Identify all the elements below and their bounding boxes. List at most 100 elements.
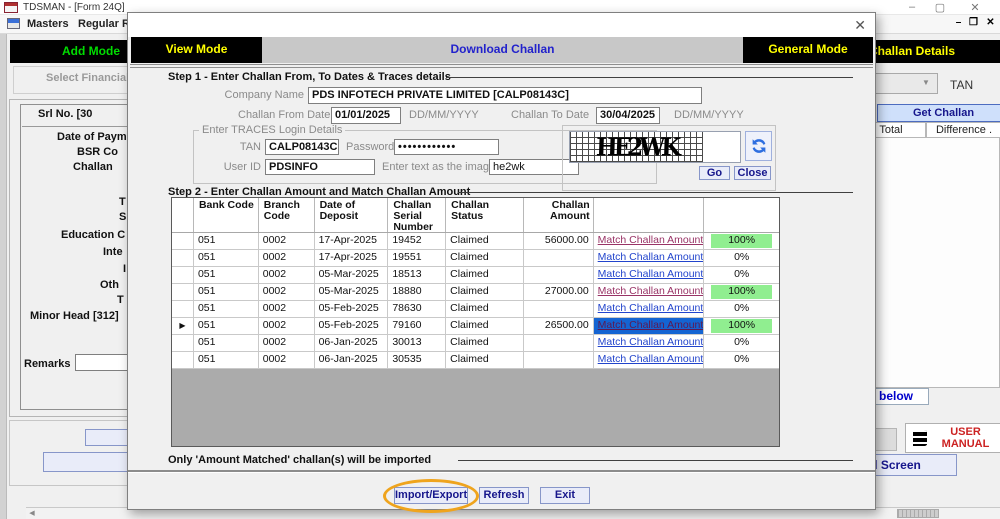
match-percent-value: 100%: [711, 234, 772, 248]
cell-challan-amount[interactable]: 27000.00: [524, 284, 594, 300]
dialog-close-icon[interactable]: ✕: [854, 17, 866, 34]
tab-general-mode[interactable]: General Mode: [743, 37, 873, 63]
tan-input[interactable]: CALP08143C: [265, 139, 339, 155]
user-manual-button[interactable]: USER MANUAL: [905, 423, 1000, 453]
table-row[interactable]: 051 0002 05-Feb-2025 79160 Claimed 26500…: [172, 318, 779, 335]
add-mode-label: Add Mode: [62, 40, 120, 62]
header-bank-code: Bank Code: [194, 198, 259, 232]
minor-head-label: Minor Head [312]: [30, 310, 119, 322]
get-challan-button[interactable]: Get Challan: [877, 104, 1000, 122]
left-edge-strip: [0, 34, 7, 519]
cell-bank-code: 051: [194, 335, 259, 351]
cell-match-link: Match Challan Amount: [594, 352, 705, 368]
table-row[interactable]: 051 0002 05-Mar-2025 18880 Claimed 27000…: [172, 284, 779, 301]
window-maximize-button[interactable]: ▢: [933, 1, 947, 14]
cell-challan-status: Claimed: [446, 335, 524, 351]
match-challan-amount-link[interactable]: Match Challan Amount: [598, 302, 704, 314]
step1-heading: Step 1 - Enter Challan From, To Dates & …: [168, 71, 451, 83]
table-row[interactable]: 051 0002 06-Jan-2025 30013 Claimed Match…: [172, 335, 779, 352]
cell-date-of-deposit: 17-Apr-2025: [315, 250, 389, 266]
match-challan-amount-link[interactable]: Match Challan Amount: [598, 319, 704, 331]
divider: [446, 77, 853, 78]
dialog-exit-button[interactable]: Exit: [540, 487, 590, 504]
mdi-restore-button[interactable]: ❐: [967, 17, 980, 28]
password-input[interactable]: ••••••••••••: [394, 139, 499, 155]
cell-branch-code: 0002: [259, 267, 315, 283]
cell-challan-amount[interactable]: 56000.00: [524, 233, 594, 249]
chevron-down-icon: ▼: [922, 78, 930, 87]
match-challan-amount-link[interactable]: Match Challan Amount: [598, 336, 704, 348]
dialog-titlebar: [128, 13, 875, 37]
cell-match-percent: 100%: [704, 284, 779, 300]
refresh-button[interactable]: Refresh: [479, 487, 529, 504]
captcha-close-button[interactable]: Close: [734, 166, 771, 180]
mdi-minimize-button[interactable]: –: [952, 17, 965, 28]
cell-challan-amount[interactable]: [524, 352, 594, 368]
cell-challan-status: Claimed: [446, 250, 524, 266]
go-button[interactable]: Go: [699, 166, 730, 180]
match-percent-value: 100%: [711, 319, 772, 333]
cell-challan-serial: 18513: [388, 267, 446, 283]
window-close-button[interactable]: ✕: [968, 1, 982, 14]
row-selector-cell: [172, 335, 194, 351]
from-date-format-hint: DD/MM/YYYY: [409, 109, 479, 121]
match-percent-value: 0%: [711, 302, 772, 316]
scrollbar-left-arrow-icon[interactable]: ◀: [26, 509, 38, 518]
tab-download-challan[interactable]: Download Challan: [262, 37, 743, 63]
challan-from-date-input[interactable]: 01/01/2025: [331, 107, 401, 124]
row-selector-cell: [172, 318, 194, 334]
scrollbar-thumb[interactable]: [897, 509, 939, 518]
company-name-input[interactable]: PDS INFOTECH PRIVATE LIMITED [CALP08143C…: [308, 87, 702, 104]
match-percent-value: 0%: [711, 268, 772, 282]
cell-match-link: Match Challan Amount: [594, 335, 705, 351]
table-row[interactable]: 051 0002 17-Apr-2025 19452 Claimed 56000…: [172, 233, 779, 250]
cell-match-link: Match Challan Amount: [594, 267, 705, 283]
row-selector-cell: [172, 233, 194, 249]
cell-challan-amount[interactable]: [524, 301, 594, 317]
cell-challan-serial: 19551: [388, 250, 446, 266]
cell-branch-code: 0002: [259, 335, 315, 351]
tab-view-mode[interactable]: View Mode: [131, 37, 262, 63]
match-challan-amount-link[interactable]: Match Challan Amount: [598, 353, 704, 365]
mdi-child-icon: [7, 18, 20, 29]
divider: [458, 192, 853, 193]
user-id-input[interactable]: PDSINFO: [265, 159, 375, 175]
company-name-label: Company Name: [224, 89, 304, 101]
cell-bank-code: 051: [194, 318, 259, 334]
captcha-refresh-button[interactable]: [745, 131, 772, 161]
tab-challan-details[interactable]: Challan Details: [862, 40, 1000, 63]
cell-branch-code: 0002: [259, 301, 315, 317]
match-challan-amount-link[interactable]: Match Challan Amount: [598, 234, 704, 246]
window-minimize-button[interactable]: –: [905, 1, 919, 13]
match-challan-amount-link[interactable]: Match Challan Amount: [598, 285, 704, 297]
cell-challan-amount[interactable]: 26500.00: [524, 318, 594, 334]
captcha-grid-pattern: HE2WK: [570, 132, 703, 162]
challan-details-list: [858, 137, 1000, 388]
cell-challan-serial: 78630: [388, 301, 446, 317]
cell-match-percent: 100%: [704, 233, 779, 249]
cell-branch-code: 0002: [259, 250, 315, 266]
table-row[interactable]: 051 0002 05-Mar-2025 18513 Claimed Match…: [172, 267, 779, 284]
table-row[interactable]: 051 0002 06-Jan-2025 30535 Claimed Match…: [172, 352, 779, 369]
row-selector-cell: [172, 301, 194, 317]
cell-bank-code: 051: [194, 284, 259, 300]
match-challan-amount-link[interactable]: Match Challan Amount: [598, 251, 704, 263]
table-row[interactable]: 051 0002 05-Feb-2025 78630 Claimed Match…: [172, 301, 779, 318]
import-export-button[interactable]: Import/Export: [394, 487, 468, 504]
cell-challan-amount[interactable]: [524, 250, 594, 266]
mdi-close-button[interactable]: ✕: [984, 17, 997, 28]
cell-branch-code: 0002: [259, 284, 315, 300]
cell-challan-amount[interactable]: [524, 267, 594, 283]
cell-match-link: Match Challan Amount: [594, 233, 705, 249]
cell-date-of-deposit: 05-Feb-2025: [315, 318, 389, 334]
divider: [458, 460, 853, 461]
match-percent-value: 0%: [711, 251, 772, 265]
below-link[interactable]: below: [869, 388, 929, 405]
cell-challan-amount[interactable]: [524, 335, 594, 351]
table-row[interactable]: 051 0002 17-Apr-2025 19551 Claimed Match…: [172, 250, 779, 267]
challan-details-label: Challan Details: [869, 40, 955, 62]
divider: [128, 470, 875, 473]
challan-to-date-input[interactable]: 30/04/2025: [596, 107, 660, 124]
match-challan-amount-link[interactable]: Match Challan Amount: [598, 268, 704, 280]
menu-masters[interactable]: Masters: [27, 18, 69, 30]
